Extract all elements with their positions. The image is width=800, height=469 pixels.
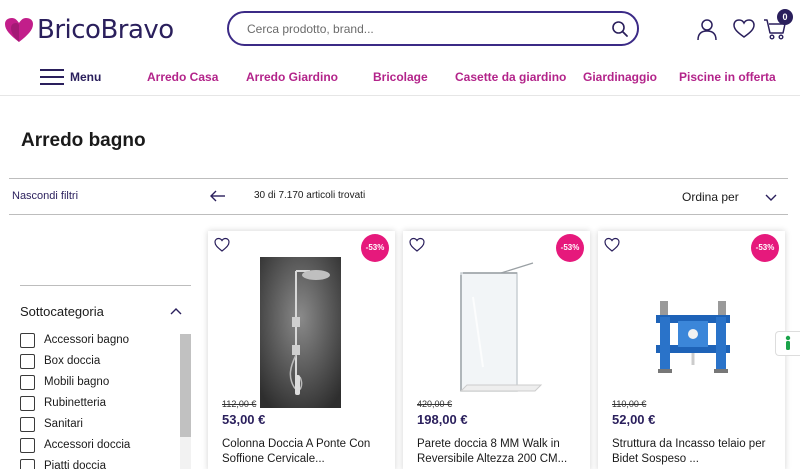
filter-label: Mobili bagno: [44, 376, 110, 388]
page-title: Arredo bagno: [21, 130, 146, 151]
filter-option[interactable]: Accessori bagno: [20, 332, 129, 348]
product-name[interactable]: Colonna Doccia A Ponte Con Soffione Cerv…: [222, 437, 387, 467]
sort-dropdown[interactable]: Ordina per: [682, 190, 739, 204]
chevron-down-icon[interactable]: [764, 190, 778, 204]
results-count: 30 di 7.170 articoli trovati: [254, 190, 366, 201]
filter-section-title[interactable]: Sottocategoria: [20, 304, 104, 319]
checkbox[interactable]: [20, 416, 35, 432]
menu-label: Menu: [70, 70, 102, 84]
filter-label: Box doccia: [44, 355, 101, 367]
filter-option[interactable]: Mobili bagno: [20, 374, 109, 390]
filter-option[interactable]: Accessori doccia: [20, 437, 130, 453]
heart-icon[interactable]: [732, 17, 756, 41]
wishlist-heart-icon[interactable]: [409, 237, 425, 253]
old-price: 420,00 €: [417, 399, 453, 409]
search-input[interactable]: [247, 20, 607, 38]
logo-text: BricoBravo: [37, 15, 174, 45]
search-bar[interactable]: [227, 11, 639, 46]
nav-item-giardinaggio[interactable]: Giardinaggio: [583, 70, 657, 84]
wishlist-heart-icon[interactable]: [214, 237, 230, 253]
results-toolbar: Nascondi filtri 30 di 7.170 articoli tro…: [9, 178, 788, 215]
old-price: 112,00 €: [222, 399, 257, 409]
filter-scrollbar-thumb[interactable]: [180, 334, 191, 437]
nav-item-piscine-in-offerta[interactable]: Piscine in offerta: [679, 70, 776, 84]
filter-option[interactable]: Box doccia: [20, 353, 100, 369]
arrow-left-icon[interactable]: [209, 187, 227, 205]
product-name[interactable]: Parete doccia 8 MM Walk in Reversibile A…: [417, 437, 582, 467]
site-header: BricoBravo 0: [0, 0, 800, 60]
filter-label: Piatti doccia: [44, 460, 107, 469]
product-image[interactable]: [260, 257, 341, 408]
accessibility-icon: [785, 335, 791, 350]
product-card[interactable]: -53% 420,00 € 198,00 € Parete doccia 8 M…: [403, 231, 590, 469]
product-name[interactable]: Struttura da Incasso telaio per Bidet So…: [612, 437, 777, 467]
menu-button[interactable]: Menu: [40, 64, 101, 90]
checkbox[interactable]: [20, 374, 35, 390]
product-image[interactable]: [443, 257, 553, 408]
product-image[interactable]: [638, 257, 748, 408]
filter-label: Sanitari: [44, 418, 83, 430]
nav-item-arredo-giardino[interactable]: Arredo Giardino: [246, 70, 338, 84]
wishlist-heart-icon[interactable]: [604, 237, 620, 253]
filter-option[interactable]: Sanitari: [20, 416, 83, 432]
price: 198,00 €: [417, 412, 468, 427]
filter-option[interactable]: Piatti doccia: [20, 458, 106, 469]
product-card[interactable]: -53% 110,00 € 52,00 € Struttura da Incas…: [598, 231, 785, 469]
checkbox[interactable]: [20, 458, 35, 469]
price: 52,00 €: [612, 412, 656, 427]
sidebar-divider: [20, 285, 191, 286]
checkbox[interactable]: [20, 353, 35, 369]
checkbox[interactable]: [20, 437, 35, 453]
nav-item-arredo-casa[interactable]: Arredo Casa: [147, 70, 218, 84]
filter-label: Accessori doccia: [44, 439, 131, 451]
discount-badge: -53%: [556, 234, 584, 262]
cart-count-badge: 0: [777, 9, 793, 25]
hamburger-icon: [40, 67, 64, 87]
user-icon[interactable]: [695, 17, 719, 41]
nav-item-bricolage[interactable]: Bricolage: [373, 70, 428, 84]
discount-badge: -53%: [751, 234, 779, 262]
price: 53,00 €: [222, 412, 266, 427]
accessibility-tab[interactable]: [775, 331, 800, 356]
checkbox[interactable]: [20, 332, 35, 348]
old-price: 110,00 €: [612, 399, 647, 409]
chevron-up-icon[interactable]: [169, 304, 183, 318]
filter-option[interactable]: Rubinetteria: [20, 395, 106, 411]
product-card[interactable]: -53% 112,00 € 53,00 € Colonna Doccia A P…: [208, 231, 395, 469]
discount-badge: -53%: [361, 234, 389, 262]
logo[interactable]: BricoBravo: [4, 14, 174, 46]
nav-item-casette-da-giardino[interactable]: Casette da giardino: [455, 70, 566, 84]
filter-label: Rubinetteria: [44, 397, 107, 409]
filter-label: Accessori bagno: [44, 334, 130, 346]
hide-filters-button[interactable]: Nascondi filtri: [12, 190, 78, 202]
main-nav: Menu Arredo Casa Arredo Giardino Bricola…: [0, 60, 800, 96]
search-icon[interactable]: [611, 20, 629, 38]
checkbox[interactable]: [20, 395, 35, 411]
heart-logo-icon: [5, 18, 33, 42]
